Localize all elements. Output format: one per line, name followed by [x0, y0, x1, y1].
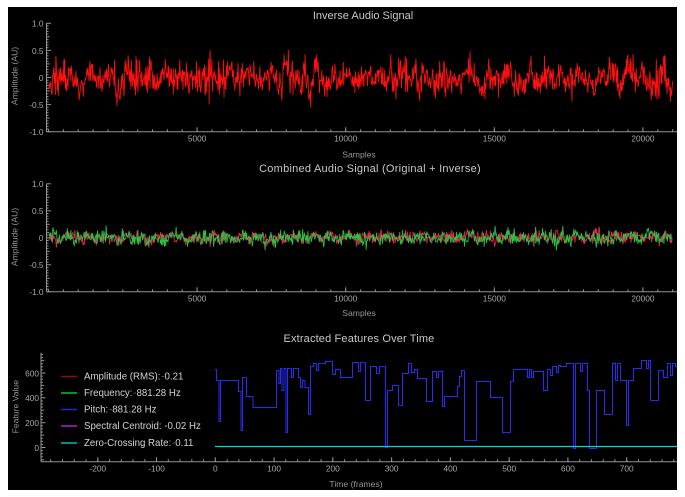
- svg-text:700: 700: [620, 464, 634, 474]
- svg-text:300: 300: [385, 464, 399, 474]
- svg-text:600: 600: [561, 464, 575, 474]
- svg-text:Feature Value: Feature Value: [10, 380, 20, 434]
- svg-text:200: 200: [25, 418, 39, 428]
- svg-text:-0.5: -0.5: [29, 100, 44, 110]
- svg-text:Zero-Crossing Rate: -0.11: Zero-Crossing Rate: -0.11: [84, 438, 193, 449]
- svg-text:Pitch: -881.28 Hz: Pitch: -881.28 Hz: [84, 405, 157, 416]
- svg-text:Amplitude (AU): Amplitude (AU): [10, 47, 20, 105]
- svg-text:200: 200: [326, 464, 340, 474]
- svg-text:10000: 10000: [334, 134, 357, 144]
- svg-text:-1.0: -1.0: [29, 287, 44, 297]
- svg-text:-1.0: -1.0: [29, 127, 44, 137]
- svg-text:Samples: Samples: [342, 308, 375, 318]
- svg-text:0.5: 0.5: [32, 206, 44, 216]
- svg-text:600: 600: [25, 368, 39, 378]
- svg-text:Inverse Audio Signal: Inverse Audio Signal: [313, 10, 413, 22]
- svg-text:0.5: 0.5: [32, 46, 44, 56]
- svg-text:Amplitude (RMS): -0.21: Amplitude (RMS): -0.21: [84, 372, 183, 383]
- svg-text:5000: 5000: [188, 294, 207, 304]
- svg-text:-0.5: -0.5: [29, 260, 44, 270]
- svg-text:-200: -200: [89, 464, 106, 474]
- svg-text:5000: 5000: [188, 134, 207, 144]
- svg-text:15000: 15000: [483, 294, 506, 304]
- svg-text:20000: 20000: [631, 294, 654, 304]
- svg-text:Extracted Features Over Time: Extracted Features Over Time: [284, 333, 435, 345]
- svg-text:400: 400: [443, 464, 457, 474]
- svg-text:20000: 20000: [631, 134, 654, 144]
- svg-text:0: 0: [39, 73, 44, 83]
- svg-text:0: 0: [39, 233, 44, 243]
- svg-text:1.0: 1.0: [32, 19, 44, 29]
- svg-text:Samples: Samples: [342, 149, 375, 159]
- svg-text:10000: 10000: [334, 294, 357, 304]
- svg-text:500: 500: [502, 464, 516, 474]
- svg-text:100: 100: [267, 464, 281, 474]
- svg-text:Frequency: -881.28 Hz: Frequency: -881.28 Hz: [84, 388, 181, 399]
- svg-text:400: 400: [25, 393, 39, 403]
- svg-text:-100: -100: [148, 464, 165, 474]
- svg-text:Time (frames): Time (frames): [329, 479, 382, 489]
- svg-text:1.0: 1.0: [32, 179, 44, 189]
- svg-text:0: 0: [34, 443, 39, 453]
- svg-text:15000: 15000: [483, 134, 506, 144]
- svg-text:0: 0: [213, 464, 218, 474]
- svg-text:Spectral Centroid: -0.02 Hz: Spectral Centroid: -0.02 Hz: [84, 421, 201, 432]
- svg-text:Combined Audio Signal (Origina: Combined Audio Signal (Original + Invers…: [259, 163, 481, 175]
- svg-text:Amplitude (AU): Amplitude (AU): [10, 208, 20, 266]
